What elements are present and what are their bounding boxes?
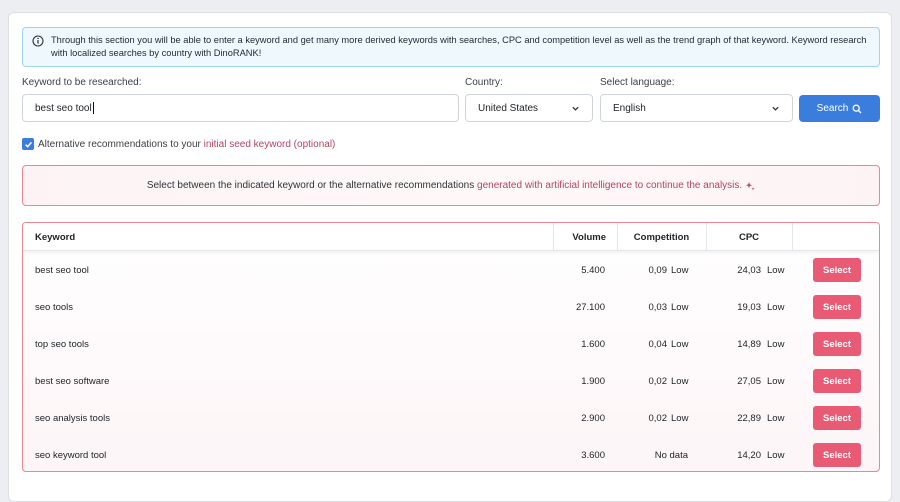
keyword-label: Keyword to be researched: [22,77,142,88]
competition-level-cell: Low [671,339,689,350]
checkmark-icon [24,141,32,148]
select-button[interactable]: Select [813,443,861,467]
volume-cell: 2.900 [581,413,605,424]
chevron-down-icon [772,106,779,111]
cpc-level-cell: Low [767,376,785,387]
cpc-value-cell: 22,89 [737,413,761,424]
header-competition[interactable]: Competition [617,223,706,251]
keyword-input-value: best seo tool [35,102,92,114]
search-button[interactable]: Search [799,95,880,122]
cpc-value-cell: 24,03 [737,265,761,276]
cpc-level-cell: Low [767,450,785,461]
select-button[interactable]: Select [813,258,861,282]
table-header: Keyword Volume Competition CPC [23,223,879,251]
cpc-value-cell: 14,20 [737,450,761,461]
country-select-value: United States [478,102,539,114]
alternative-recommendations-row: Alternative recommendations to your init… [22,138,335,150]
keywords-table: Keyword Volume Competition CPC best seo … [22,222,880,472]
header-cpc[interactable]: CPC [706,223,792,251]
search-button-label: Search [816,103,849,114]
cpc-level-cell: Low [767,302,785,313]
competition-value-cell: 0,02 [648,413,668,424]
table-row: best seo software 1.900 0,02 Low 27,05 L… [23,363,879,400]
cpc-value-cell: 19,03 [737,302,761,313]
country-select[interactable]: United States [465,94,593,122]
sparkle-icon [745,181,755,190]
keyword-input[interactable]: best seo tool [22,94,459,122]
competition-value-cell: 0,02 [648,376,668,387]
alternative-label-highlight: initial seed keyword (optional) [203,138,336,150]
cpc-value-cell: 14,89 [737,339,761,350]
competition-level-cell: Low [671,413,689,424]
chevron-down-icon [572,106,579,111]
header-keyword[interactable]: Keyword [35,223,75,251]
table-row: top seo tools 1.600 0,04 Low 14,89 Low S… [23,326,879,363]
text-cursor [92,102,94,114]
competition-value-cell: 0,04 [648,339,668,350]
cpc-level-cell: Low [767,413,785,424]
language-label: Select language: [600,77,675,88]
select-button[interactable]: Select [813,406,861,430]
ai-notice: Select between the indicated keyword or … [22,165,880,206]
keyword-cell: seo analysis tools [35,413,110,424]
header-volume[interactable]: Volume [553,223,606,251]
table-row: seo keyword tool 3.600 No data 14,20 Low… [23,437,879,471]
keyword-research-card: Through this section you will be able to… [8,12,892,502]
table-row: seo analysis tools 2.900 0,02 Low 22,89 … [23,400,879,437]
competition-level-cell: Low [671,265,689,276]
country-label: Country: [465,77,503,88]
competition-value-cell: 0,09 [648,265,668,276]
alternative-label: Alternative recommendations to your [38,138,204,150]
volume-cell: 27.100 [575,302,605,313]
notice-text: Select between the indicated keyword or … [146,180,478,191]
column-divider [792,223,793,251]
keyword-cell: seo keyword tool [35,450,107,461]
volume-cell: 3.600 [581,450,605,461]
volume-cell: 1.900 [581,376,605,387]
notice-highlight: generated with artificial intelligence t… [477,180,743,191]
competition-level-cell: Low [671,302,689,313]
keyword-cell: best seo tool [35,265,89,276]
table-row: seo tools 27.100 0,03 Low 19,03 Low Sele… [23,289,879,326]
competition-level-cell: Low [671,376,689,387]
cpc-level-cell: Low [767,265,785,276]
select-button[interactable]: Select [813,369,861,393]
language-select[interactable]: English [600,94,793,122]
select-button[interactable]: Select [813,332,861,356]
alternative-recommendations-checkbox[interactable] [22,138,34,150]
language-select-value: English [613,102,646,114]
info-alert: Through this section you will be able to… [22,27,880,67]
select-button[interactable]: Select [813,295,861,319]
table-row: best seo tool 5.400 0,09 Low 24,03 Low S… [23,252,879,289]
cpc-value-cell: 27,05 [737,376,761,387]
competition-value-cell: 0,03 [648,302,668,313]
info-text: Through this section you will be able to… [51,35,867,58]
volume-cell: 1.600 [581,339,605,350]
info-circle-icon [32,35,44,47]
cpc-level-cell: Low [767,339,785,350]
volume-cell: 5.400 [581,265,605,276]
competition-value-cell: No data [654,450,688,461]
keyword-cell: best seo software [35,376,110,387]
keyword-cell: top seo tools [35,339,89,350]
magnifier-icon [852,104,862,113]
keyword-cell: seo tools [35,302,74,313]
